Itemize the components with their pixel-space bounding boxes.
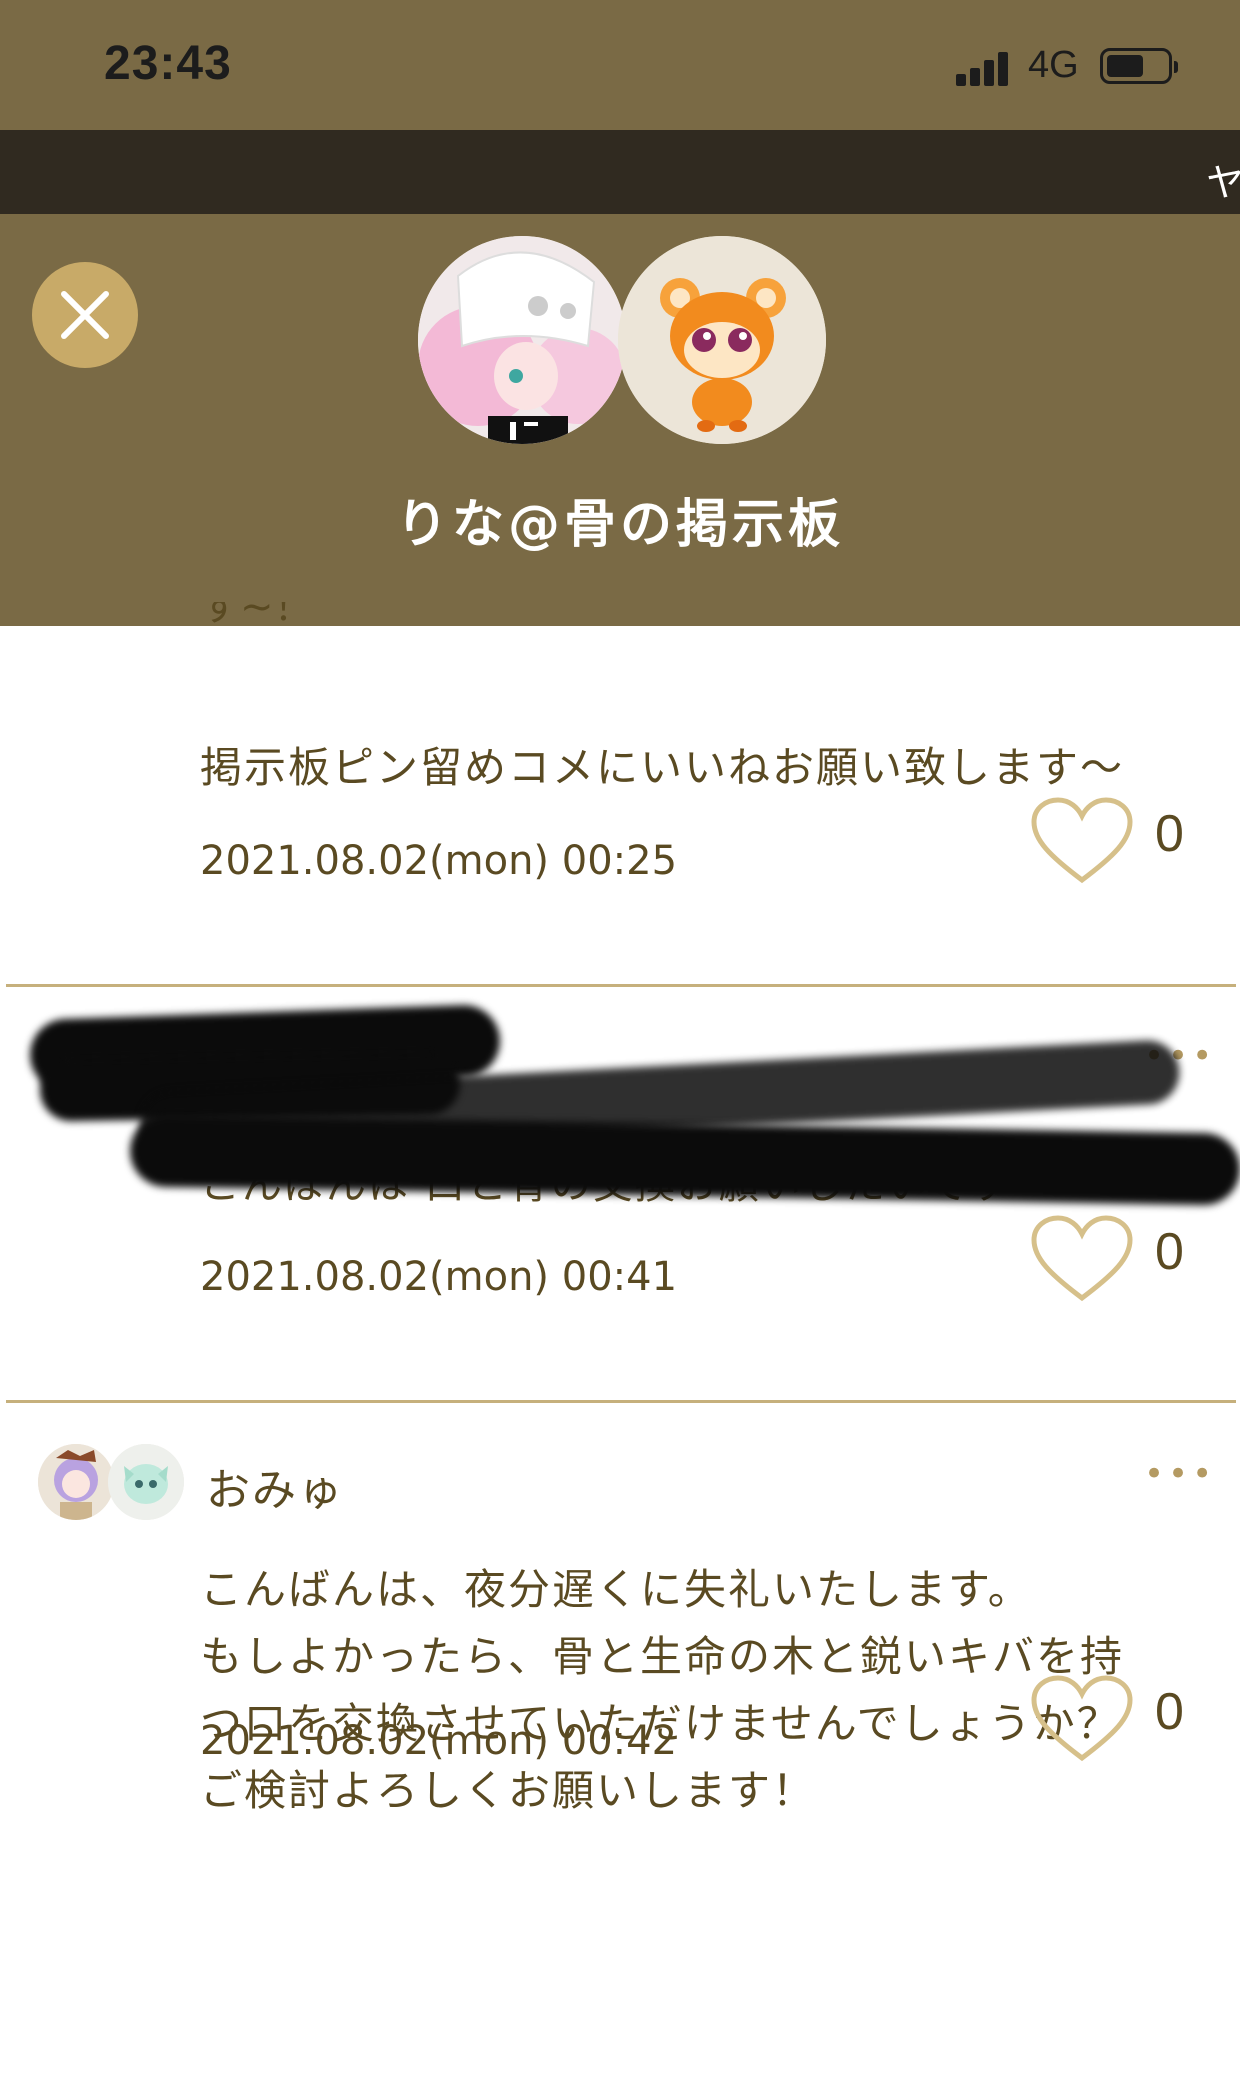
banner-edge-text: ヤ — [1205, 161, 1240, 205]
comment-partial-text: す~！ — [200, 602, 314, 628]
network-type: 4G — [1028, 44, 1079, 86]
commenter-pet-avatar[interactable] — [108, 1444, 184, 1520]
status-bar: 23:43 4G — [0, 0, 1240, 130]
close-icon — [61, 291, 109, 339]
like-count: 0 — [1155, 1223, 1184, 1281]
comment-timestamp: 2021.08.02(mon) 00:25 — [200, 838, 678, 884]
top-banner-strip: ヤ — [0, 130, 1240, 214]
comment-timestamp: 2021.08.02(mon) 00:41 — [200, 1254, 678, 1300]
pet-avatar[interactable] — [618, 236, 826, 444]
owner-avatar[interactable] — [418, 236, 626, 444]
status-time: 23:43 — [104, 37, 232, 90]
like-count: 0 — [1155, 805, 1184, 863]
like-button[interactable]: 0 — [1030, 1214, 1200, 1304]
commenter-avatar[interactable] — [38, 1444, 114, 1520]
heart-icon — [1031, 797, 1133, 884]
divider — [6, 1400, 1236, 1403]
like-count: 0 — [1155, 1683, 1184, 1741]
comment-text: こんばんは、夜分遅くに失礼いたします。 もしよかったら、骨と生命の木と鋭いキバを… — [200, 1565, 1125, 1815]
heart-icon — [1031, 1675, 1133, 1762]
like-button[interactable]: 0 — [1030, 1674, 1200, 1764]
board-header: りな@骨の掲示板 — [0, 214, 1240, 626]
battery-icon — [1100, 48, 1178, 84]
like-button[interactable]: 0 — [1030, 796, 1200, 886]
heart-icon — [1031, 1215, 1133, 1302]
close-button[interactable] — [32, 262, 138, 368]
divider — [6, 984, 1236, 987]
comment-timestamp: 2021.08.02(mon) 00:42 — [200, 1718, 678, 1764]
board-title: りな@骨の掲示板 — [395, 495, 844, 555]
signal-icon — [956, 50, 1012, 86]
more-options-button[interactable]: ••• — [1144, 1454, 1216, 1494]
commenter-name[interactable]: おみゅ — [206, 1454, 344, 1518]
comment-text: 掲示板ピン留めコメにいいねお願い致します～ — [200, 743, 1125, 792]
